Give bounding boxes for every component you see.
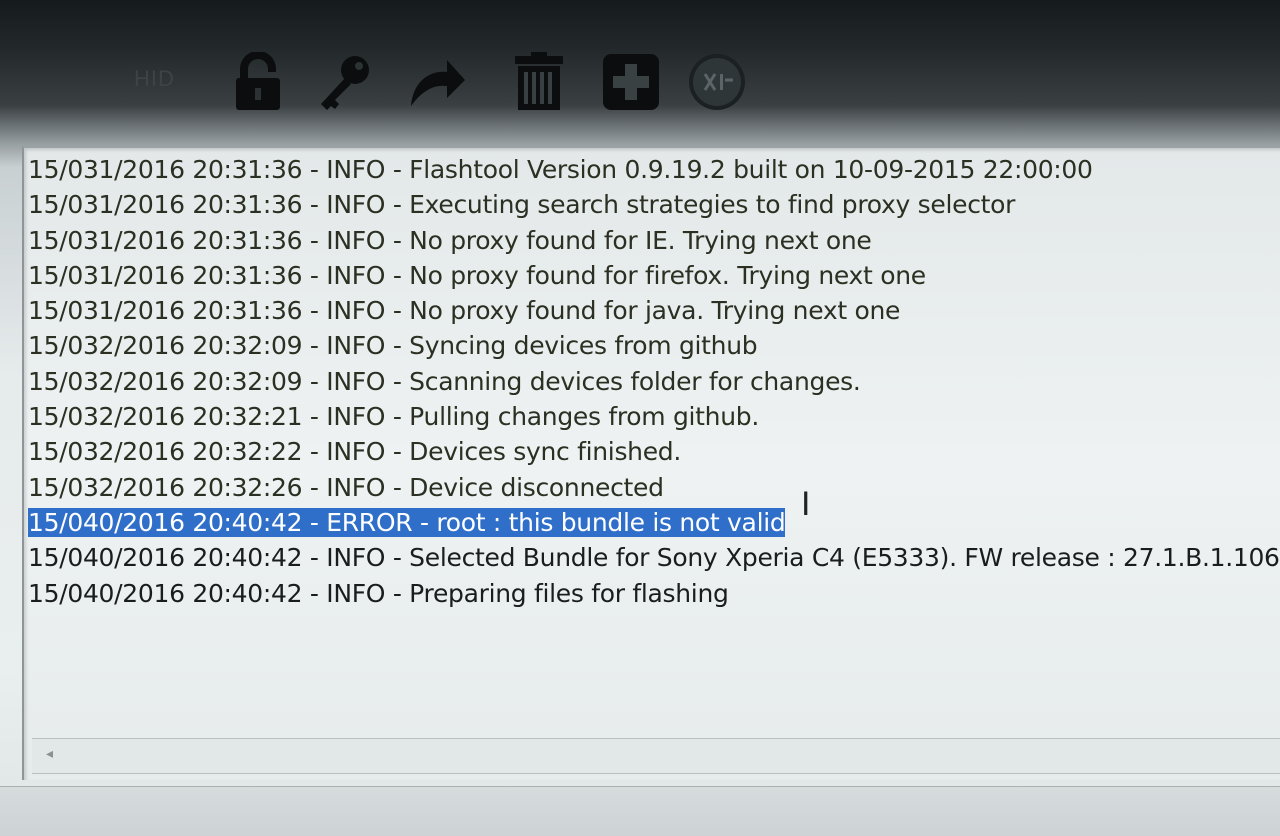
log-list: 15/031/2016 20:31:36 - INFO - Flashtool … bbox=[28, 152, 1280, 611]
log-line[interactable]: 15/032/2016 20:32:09 - INFO - Syncing de… bbox=[28, 328, 1280, 363]
log-line[interactable]: 15/032/2016 20:32:26 - INFO - Device dis… bbox=[28, 470, 1280, 505]
scroll-left-icon[interactable]: ◂ bbox=[46, 745, 53, 762]
horizontal-scrollbar[interactable]: ◂ bbox=[32, 738, 1280, 774]
log-line[interactable]: 15/040/2016 20:40:42 - INFO - Selected B… bbox=[28, 540, 1280, 575]
trash-icon bbox=[515, 52, 563, 110]
log-line[interactable]: 15/031/2016 20:31:36 - INFO - Executing … bbox=[28, 187, 1280, 222]
log-line[interactable]: 15/031/2016 20:31:36 - INFO - No proxy f… bbox=[28, 223, 1280, 258]
toolbar-label: HID bbox=[134, 66, 175, 91]
log-line[interactable]: 15/032/2016 20:32:22 - INFO - Devices sy… bbox=[28, 434, 1280, 469]
bottom-strip bbox=[0, 786, 1280, 836]
key-button[interactable] bbox=[312, 46, 378, 118]
log-line[interactable]: 15/031/2016 20:31:36 - INFO - Flashtool … bbox=[28, 152, 1280, 187]
log-line[interactable]: 15/032/2016 20:32:21 - INFO - Pulling ch… bbox=[28, 399, 1280, 434]
add-button[interactable] bbox=[598, 46, 664, 118]
key-icon bbox=[321, 56, 369, 110]
redo-button[interactable] bbox=[404, 46, 470, 118]
text-cursor-icon: I bbox=[801, 485, 811, 523]
log-line[interactable]: 15/031/2016 20:31:36 - INFO - No proxy f… bbox=[28, 293, 1280, 328]
lock-icon bbox=[236, 52, 280, 110]
arrow-icon bbox=[411, 60, 465, 106]
log-line-selected[interactable]: 15/040/2016 20:40:42 - ERROR - root : th… bbox=[28, 505, 1280, 540]
log-line[interactable]: 15/031/2016 20:31:36 - INFO - No proxy f… bbox=[28, 258, 1280, 293]
xperia-button[interactable] bbox=[684, 46, 750, 118]
flashtool-window: HID 15/031/2016 20:31:36 - INFO - Flasht… bbox=[0, 0, 1280, 836]
lock-button[interactable] bbox=[225, 46, 291, 118]
plus-icon bbox=[603, 54, 659, 110]
log-panel[interactable]: 15/031/2016 20:31:36 - INFO - Flashtool … bbox=[22, 146, 1280, 780]
trash-button[interactable] bbox=[506, 46, 572, 118]
toolbar: HID bbox=[0, 0, 1280, 140]
log-line[interactable]: 15/032/2016 20:32:09 - INFO - Scanning d… bbox=[28, 364, 1280, 399]
log-line[interactable]: 15/040/2016 20:40:42 - INFO - Preparing … bbox=[28, 576, 1280, 611]
xperia-icon bbox=[689, 54, 745, 110]
